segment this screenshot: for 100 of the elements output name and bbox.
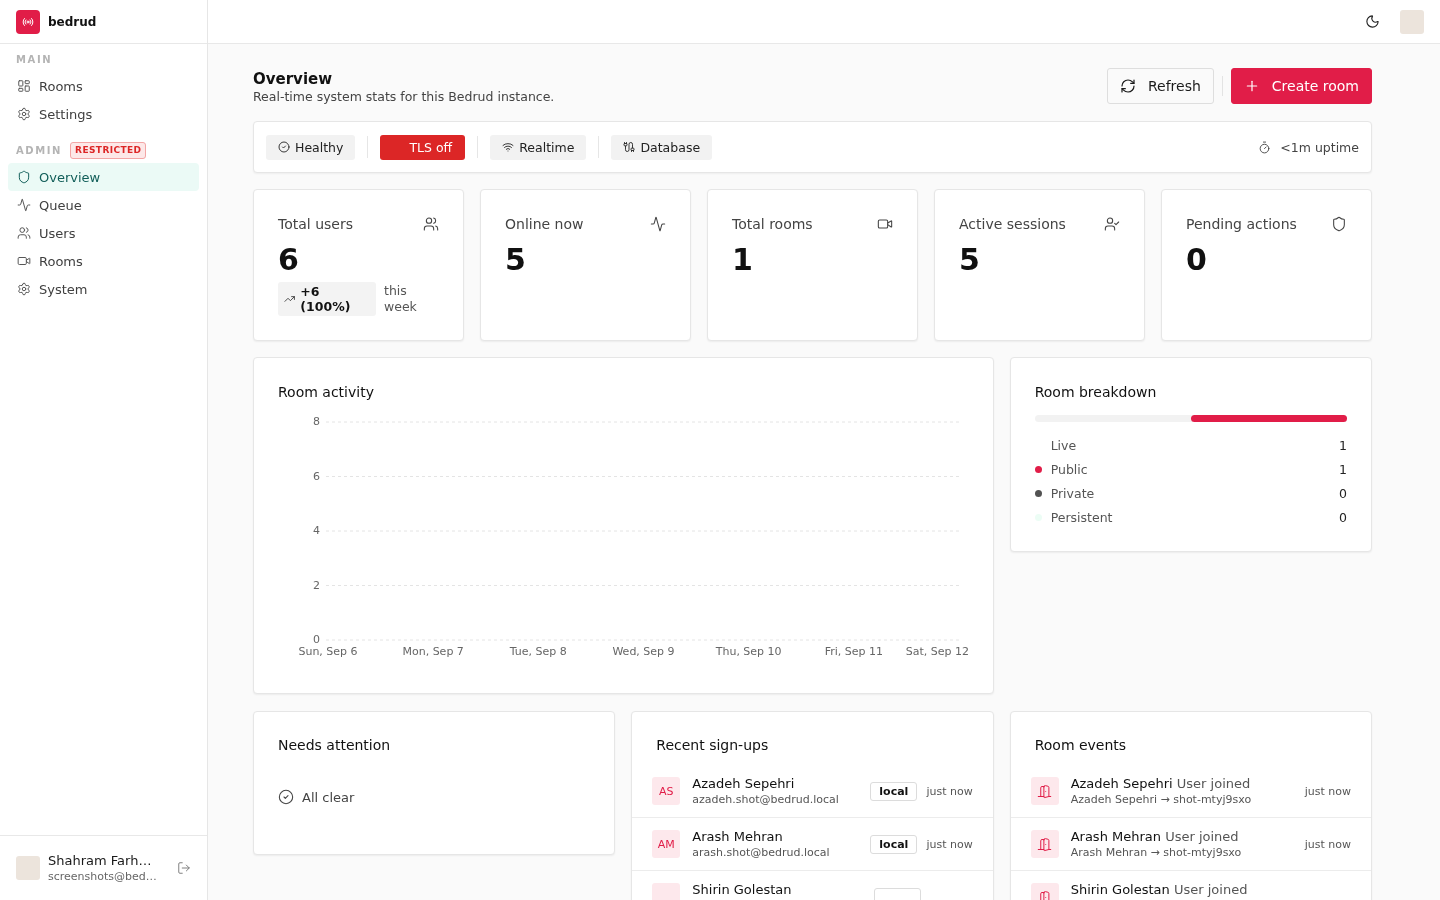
provider-tag: local: [870, 834, 918, 854]
uptime-text: <1m uptime: [1280, 139, 1359, 155]
legend-label: Live: [1050, 437, 1078, 453]
nav-item[interactable]: Queue: [8, 191, 199, 219]
axis-label: Mon, Sep 7: [402, 645, 464, 658]
user-check-icon: [1104, 216, 1120, 232]
logo-icon: [16, 9, 40, 34]
create-button[interactable]: Create room: [1230, 68, 1372, 104]
stat-label: Pending actions: [1186, 216, 1297, 232]
grid-icon: [17, 79, 31, 93]
restricted-badge: RESTRICTED: [70, 141, 147, 159]
refresh-button[interactable]: Refresh: [1106, 68, 1214, 104]
card-title: Room events: [1033, 736, 1128, 755]
card-title: Recent sign-ups: [655, 736, 770, 755]
axis-label: 4: [313, 524, 320, 537]
legend-count: 0: [1339, 509, 1347, 525]
section-label: ADMIN: [16, 144, 63, 156]
section-label: MAIN: [16, 53, 53, 65]
axis-label: Thu, Sep 10: [715, 645, 782, 658]
door-icon: [1030, 777, 1059, 805]
axis-label: Fri, Sep 11: [824, 645, 883, 658]
trend-up-icon: [284, 293, 296, 305]
check-circle-icon: [278, 141, 290, 153]
card-title: Room breakdown: [1034, 383, 1158, 402]
user-name: Azadeh Sepehri: [692, 775, 796, 792]
video-camera-icon: [877, 216, 893, 232]
refresh-icon: [1119, 78, 1136, 94]
axis-label: 0: [313, 633, 320, 646]
axis-label: Sat, Sep 12: [905, 645, 969, 658]
time-text: just now: [926, 837, 973, 851]
user-name: Shirin Golestan: [692, 881, 793, 898]
user-email: azadeh.shot@bedrud.local: [692, 791, 840, 807]
stat-value: 0: [1186, 242, 1208, 278]
door-icon: [1030, 830, 1059, 858]
brand-name: bedrud: [48, 14, 97, 29]
nav-item[interactable]: Overview: [8, 163, 199, 191]
status-chip: TLS off: [380, 134, 466, 160]
pulse-icon: [17, 198, 31, 212]
shield-icon: [17, 170, 31, 184]
change-value: +6 (100%): [300, 284, 352, 314]
user-email: arash.shot@bedrud.local: [692, 844, 831, 860]
user-name: Shahram Farh…: [48, 852, 153, 869]
nav-item[interactable]: Rooms: [8, 247, 199, 275]
time-text: just now: [1304, 784, 1351, 798]
axis-label: 8: [313, 415, 320, 428]
page-subtitle: Real-time system stats for this Bedrud instance.: [253, 88, 555, 105]
avatar-placeholder: [16, 856, 40, 880]
nav-item[interactable]: System: [8, 275, 199, 303]
pulse-icon: [650, 216, 666, 232]
nav-item[interactable]: Settings: [8, 100, 199, 128]
stat-label: Total rooms: [732, 216, 813, 232]
status-chip: Healthy: [266, 134, 356, 160]
user-initials: AS: [652, 777, 681, 805]
legend-count: 1: [1339, 437, 1347, 453]
provider-tag: local: [870, 781, 918, 801]
status-chip: Database: [611, 134, 713, 160]
event-detail: Arash Mehran → shot-mtyj9sxo: [1070, 844, 1243, 860]
nav-item[interactable]: Users: [8, 219, 199, 247]
legend-label: Persistent: [1050, 509, 1114, 525]
users-icon: [17, 226, 31, 240]
legend-count: 0: [1339, 485, 1347, 501]
moon-icon[interactable]: [1365, 14, 1380, 29]
event-title: Arash Mehran User joined: [1070, 828, 1240, 845]
user-name: Arash Mehran: [692, 828, 784, 845]
stat-value: 1: [732, 242, 754, 278]
axis-label: Tue, Sep 8: [509, 645, 567, 658]
stat-label: Active sessions: [959, 216, 1066, 232]
event-detail: Azadeh Sepehri → shot-mtyj9sxo: [1070, 791, 1253, 807]
axis-label: 6: [313, 469, 320, 483]
stat-value: 5: [505, 242, 527, 278]
axis-label: 2: [313, 578, 320, 592]
change-note: this week: [384, 283, 418, 315]
gear-icon: [17, 107, 31, 121]
stat-value: 5: [959, 242, 981, 278]
users-icon: [423, 216, 439, 232]
event-title: Shirin Golestan User joined: [1070, 881, 1249, 898]
user-initials: AM: [652, 830, 681, 858]
wifi-icon: [502, 141, 515, 153]
stat-value: 6: [278, 242, 300, 278]
axis-label: Wed, Sep 9: [612, 645, 675, 658]
timer-icon: [1258, 140, 1272, 154]
card-title: Needs attention: [278, 736, 392, 755]
card-title: Room activity: [278, 383, 375, 402]
time-text: just now: [926, 784, 973, 798]
gear-icon: [17, 282, 31, 296]
shield-icon: [1331, 216, 1347, 232]
status-message: All clear: [302, 789, 355, 805]
stat-label: Total users: [278, 216, 353, 232]
check-circle-icon: [278, 789, 294, 805]
cable-icon: [623, 141, 636, 153]
axis-label: Sun, Sep 6: [298, 645, 358, 658]
legend-label: Private: [1050, 485, 1096, 501]
legend-label: Public: [1050, 461, 1089, 477]
page-title: Overview: [253, 70, 334, 88]
stat-label: Online now: [505, 216, 584, 232]
user-email: screenshots@bed…: [48, 868, 158, 884]
time-text: just now: [1304, 837, 1351, 851]
event-title: Azadeh Sepehri User joined: [1070, 775, 1252, 792]
logout-icon[interactable]: [177, 861, 191, 875]
nav-item[interactable]: Rooms: [8, 72, 199, 100]
